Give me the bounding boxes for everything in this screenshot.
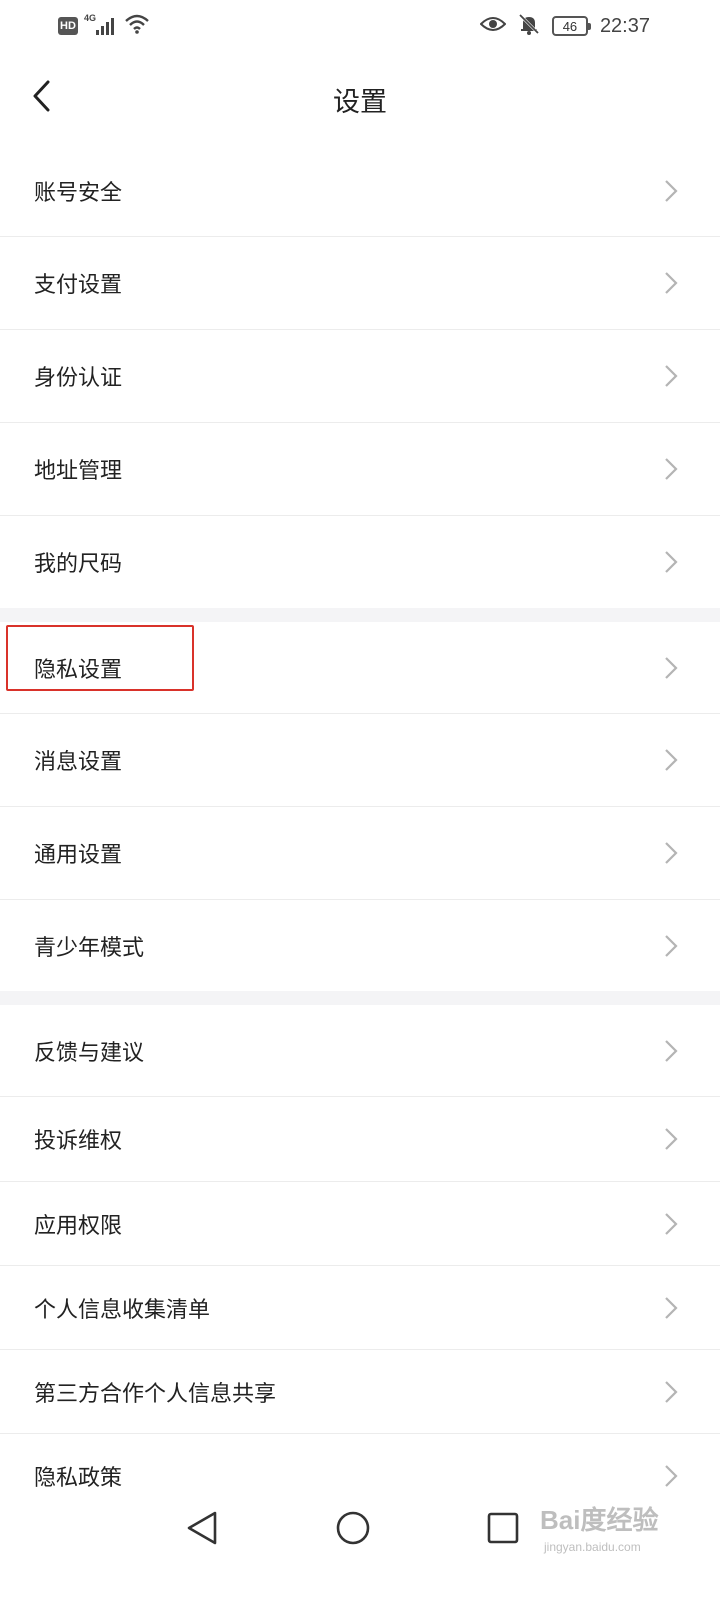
settings-item-size[interactable]: 我的尺码: [0, 516, 720, 608]
settings-item-label: 账号安全: [34, 181, 123, 206]
settings-item-label: 第三方合作个人信息共享: [34, 1381, 277, 1407]
status-left: HD 4G: [58, 13, 150, 39]
page-title: 设置: [333, 87, 387, 118]
settings-item-feedback[interactable]: 反馈与建议: [0, 1005, 720, 1097]
header-bar: 设置: [0, 52, 720, 146]
hd-icon: HD: [58, 17, 78, 35]
back-triangle-icon[interactable]: [180, 1506, 224, 1550]
settings-item-info-collection[interactable]: 个人信息收集清单: [0, 1266, 720, 1350]
recents-square-icon[interactable]: [481, 1506, 525, 1550]
watermark-main: Bai度经验: [540, 1505, 659, 1535]
settings-group-account: 账号安全 支付设置 身份认证 地址管理 我的尺码: [0, 146, 720, 608]
group-divider: [0, 991, 720, 1005]
network-type-label: 4G: [84, 13, 97, 23]
watermark-sub: jingyan.baidu.com: [544, 1540, 641, 1554]
chevron-right-icon: [662, 1294, 680, 1322]
settings-item-label: 隐私政策: [34, 1466, 123, 1491]
settings-item-label: 应用权限: [34, 1213, 123, 1239]
settings-item-label: 反馈与建议: [34, 1040, 145, 1066]
settings-item-identity[interactable]: 身份认证: [0, 330, 720, 423]
chevron-right-icon: [662, 839, 680, 867]
settings-item-label: 通用设置: [34, 843, 123, 868]
settings-list: 账号安全 支付设置 身份认证 地址管理 我的尺码 隐私设置 消息设置 通用设置 …: [0, 146, 720, 1518]
watermark: Bai度经验 jingyan.baidu.com: [540, 1492, 700, 1562]
chevron-right-icon: [662, 654, 680, 682]
settings-item-address[interactable]: 地址管理: [0, 423, 720, 516]
settings-item-label: 消息设置: [34, 750, 123, 775]
chevron-right-icon: [662, 1037, 680, 1065]
settings-item-teen-mode[interactable]: 青少年模式: [0, 900, 720, 991]
settings-item-app-permissions[interactable]: 应用权限: [0, 1182, 720, 1266]
chevron-right-icon: [662, 548, 680, 576]
chevron-right-icon: [662, 269, 680, 297]
status-right: 46 22:37: [479, 13, 650, 39]
eye-icon: [479, 15, 507, 37]
settings-item-third-party-sharing[interactable]: 第三方合作个人信息共享: [0, 1350, 720, 1434]
chevron-right-icon: [662, 1210, 680, 1238]
settings-item-messages[interactable]: 消息设置: [0, 714, 720, 807]
chevron-right-icon: [662, 1125, 680, 1153]
home-circle-icon[interactable]: [331, 1506, 375, 1550]
group-divider: [0, 608, 720, 622]
battery-icon: 46: [551, 16, 591, 36]
settings-group-preferences: 隐私设置 消息设置 通用设置 青少年模式: [0, 622, 720, 991]
settings-item-label: 投诉维权: [34, 1129, 123, 1154]
bell-off-icon: [518, 13, 540, 39]
chevron-right-icon: [662, 1462, 680, 1490]
settings-item-label: 我的尺码: [34, 552, 123, 577]
settings-item-label: 个人信息收集清单: [34, 1297, 211, 1323]
settings-item-label: 青少年模式: [34, 935, 145, 961]
settings-item-label: 身份认证: [34, 366, 123, 391]
settings-item-payment[interactable]: 支付设置: [0, 237, 720, 330]
signal-icon: 4G: [84, 13, 118, 37]
status-bar: HD 4G 46 22:37: [0, 0, 720, 52]
settings-item-label: 支付设置: [34, 273, 123, 298]
settings-item-complaints[interactable]: 投诉维权: [0, 1097, 720, 1182]
settings-item-account-security[interactable]: 账号安全: [0, 146, 720, 237]
settings-item-label: 地址管理: [34, 459, 123, 484]
status-time: 22:37: [599, 14, 650, 37]
chevron-right-icon: [662, 932, 680, 960]
chevron-right-icon: [662, 177, 680, 205]
wifi-icon: [124, 13, 150, 39]
settings-item-general[interactable]: 通用设置: [0, 807, 720, 900]
chevron-right-icon: [662, 1378, 680, 1406]
chevron-right-icon: [662, 362, 680, 390]
chevron-right-icon: [662, 746, 680, 774]
settings-item-label: 隐私设置: [34, 657, 123, 683]
chevron-right-icon: [662, 455, 680, 483]
settings-group-support: 反馈与建议 投诉维权 应用权限 个人信息收集清单 第三方合作个人信息共享 隐私政…: [0, 1005, 720, 1518]
settings-item-privacy[interactable]: 隐私设置: [0, 622, 720, 714]
